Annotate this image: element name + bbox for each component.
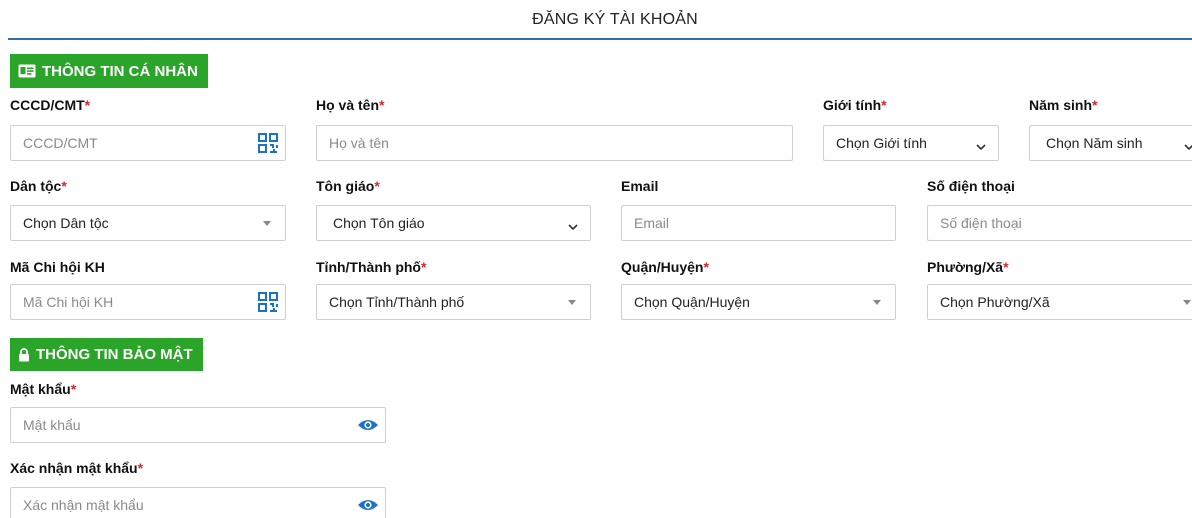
chevron-down-icon [976,138,986,154]
section-security-title: THÔNG TIN BẢO MẬT [36,346,193,363]
phone-label: Số điện thoại [927,178,1015,194]
branch-code-input[interactable]: Mã Chi hội KH [10,284,286,320]
section-security-info: THÔNG TIN BẢO MẬT [10,338,203,371]
email-input[interactable]: Email [621,205,896,241]
chevron-down-icon [568,218,578,234]
ward-label: Phường/Xã* [927,259,1009,275]
password-input[interactable]: Mật khẩu [10,407,386,443]
ethnicity-label: Dân tộc* [10,178,67,194]
page-title: ĐĂNG KÝ TÀI KHOẢN [532,11,698,28]
fullname-input[interactable]: Họ và tên [316,125,793,161]
caret-down-icon [568,300,576,305]
district-select[interactable]: Chọn Quận/Huyện [621,284,896,320]
caret-down-icon [873,300,881,305]
caret-down-icon [1183,300,1191,305]
religion-label: Tôn giáo* [316,178,380,194]
password-label: Mật khẩu* [10,381,77,397]
birthyear-select[interactable]: Chọn Năm sinh [1029,125,1192,161]
qr-code-icon[interactable] [257,132,279,157]
gender-label: Giới tính* [823,97,887,113]
eye-icon[interactable] [357,417,379,436]
eye-icon[interactable] [357,497,379,516]
section-personal-info: THÔNG TIN CÁ NHÂN [10,54,208,88]
confirm-password-input[interactable]: Xác nhận mật khẩu [10,487,386,518]
ward-select[interactable]: Chọn Phường/Xã [927,284,1192,320]
cccd-label: CCCD/CMT* [10,97,91,113]
title-divider [8,38,1192,40]
chevron-down-icon [1184,138,1192,154]
religion-select[interactable]: Chọn Tôn giáo [316,205,591,241]
birthyear-label: Năm sinh* [1029,97,1098,113]
section-personal-title: THÔNG TIN CÁ NHÂN [42,62,198,80]
cccd-input[interactable]: CCCD/CMT [10,125,286,161]
ethnicity-select[interactable]: Chọn Dân tộc [10,205,286,241]
gender-select[interactable]: Chọn Giới tính [823,125,999,161]
qr-code-icon[interactable] [257,291,279,316]
fullname-label: Họ và tên* [316,97,385,113]
confirm-password-label: Xác nhận mật khẩu* [10,460,144,476]
district-label: Quận/Huyện* [621,259,709,275]
email-label: Email [621,178,659,194]
province-select[interactable]: Chọn Tỉnh/Thành phố [316,284,591,320]
caret-down-icon [263,221,271,226]
branch-label: Mã Chi hội KH [10,259,105,275]
phone-input[interactable]: Số điện thoại [927,205,1192,241]
id-card-icon [18,64,36,78]
province-label: Tỉnh/Thành phố* [316,259,427,275]
lock-icon [18,347,30,362]
